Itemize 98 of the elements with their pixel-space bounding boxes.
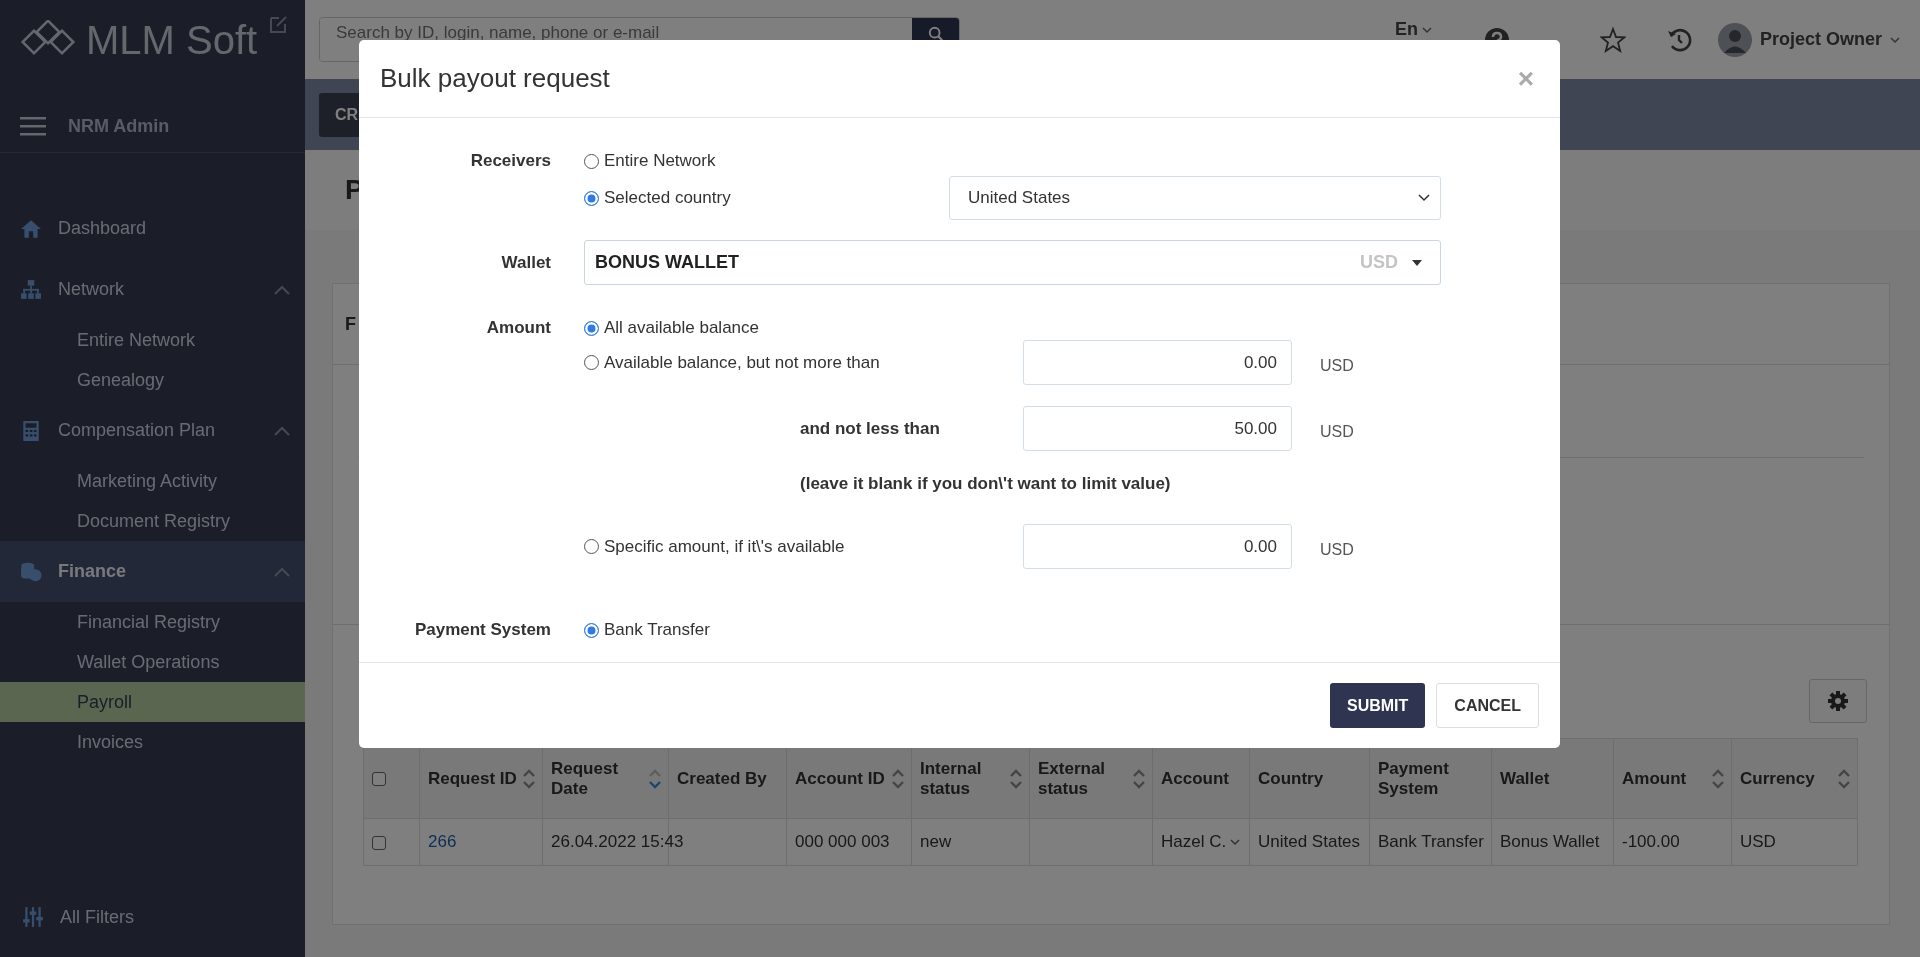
column-header: External status bbox=[1038, 758, 1107, 799]
star-icon[interactable] bbox=[1599, 26, 1626, 53]
history-icon[interactable] bbox=[1665, 26, 1692, 53]
checkbox[interactable] bbox=[372, 772, 386, 786]
settings-button[interactable] bbox=[1809, 679, 1867, 723]
chevron-up-icon[interactable] bbox=[273, 424, 291, 437]
table-cell: Bonus Wallet bbox=[1500, 832, 1600, 851]
sort-icon[interactable] bbox=[1009, 767, 1023, 790]
radio-button[interactable] bbox=[584, 355, 599, 370]
sidebar-item[interactable]: Finance bbox=[0, 541, 305, 602]
chevron-up-icon[interactable] bbox=[273, 283, 291, 296]
caret-icon bbox=[1890, 35, 1900, 44]
amount-input[interactable]: 50.00 bbox=[1023, 406, 1292, 451]
table-cell: USD bbox=[1740, 832, 1776, 851]
sort-icon[interactable] bbox=[522, 767, 536, 790]
field-label: Payment System bbox=[413, 619, 551, 641]
sort-icon[interactable] bbox=[648, 767, 662, 790]
radio-button[interactable] bbox=[584, 320, 599, 336]
option-label: All available balance bbox=[604, 317, 759, 339]
radio-button[interactable] bbox=[584, 153, 599, 169]
country-select[interactable]: United States bbox=[949, 176, 1441, 220]
table-cell: Hazel C. bbox=[1161, 832, 1227, 852]
sort-icon[interactable] bbox=[1711, 767, 1725, 790]
menu-icon[interactable] bbox=[20, 115, 46, 137]
user-menu[interactable]: Project Owner bbox=[1711, 21, 1906, 58]
all-filters-link[interactable]: All Filters bbox=[60, 906, 134, 928]
option-label: Entire Network bbox=[604, 150, 716, 172]
currency-label: USD bbox=[1320, 539, 1354, 559]
amount-input[interactable]: 0.00 bbox=[1023, 340, 1292, 385]
sort-icon[interactable] bbox=[891, 767, 905, 790]
caret-icon bbox=[1412, 258, 1422, 267]
sidebar-subitem[interactable]: Marketing Activity bbox=[0, 461, 305, 501]
column-header: Payment System bbox=[1378, 758, 1450, 799]
column-header: Account bbox=[1161, 768, 1229, 789]
column-header: Account ID bbox=[795, 768, 885, 789]
table-cell: Bank Transfer bbox=[1378, 832, 1484, 851]
cancel-button[interactable]: CANCEL bbox=[1436, 683, 1539, 728]
caret-icon[interactable] bbox=[1230, 838, 1241, 846]
calculator-icon bbox=[20, 419, 42, 442]
sidebar-item[interactable]: Compensation Plan bbox=[0, 400, 305, 461]
chevron-down-icon bbox=[1418, 194, 1430, 202]
table-cell: new bbox=[920, 832, 952, 851]
radio-button[interactable] bbox=[584, 539, 599, 554]
table-cell: United States bbox=[1258, 832, 1361, 851]
card-heading: F bbox=[345, 313, 356, 335]
currency-label: USD bbox=[1320, 355, 1354, 375]
coins-icon bbox=[20, 560, 42, 583]
logo-text: MLM Soft bbox=[86, 18, 258, 63]
column-header: Amount bbox=[1622, 768, 1687, 789]
avatar-icon bbox=[1717, 22, 1752, 57]
sidebar-subitem[interactable]: Entire Network bbox=[0, 320, 305, 360]
sidebar-subitem[interactable]: Document Registry bbox=[0, 501, 305, 541]
sidebar-subitem[interactable]: Invoices bbox=[0, 722, 305, 762]
field-label: Amount bbox=[485, 317, 551, 339]
option-label: Available balance, but not more than bbox=[604, 351, 880, 374]
close-button[interactable]: × bbox=[1511, 61, 1540, 96]
amount-input[interactable]: 0.00 bbox=[1023, 524, 1292, 569]
settings-icon bbox=[1827, 690, 1849, 712]
request-link[interactable]: 266 bbox=[428, 832, 457, 851]
min-amount-label: and not less than bbox=[799, 418, 941, 439]
option-label: Specific amount, if it\'s available bbox=[604, 535, 845, 558]
sort-icon[interactable] bbox=[1132, 767, 1146, 790]
field-label: Wallet bbox=[500, 252, 551, 274]
sidebar-item[interactable]: Network bbox=[0, 259, 305, 320]
checkbox[interactable] bbox=[372, 835, 386, 850]
column-header: Wallet bbox=[1500, 768, 1550, 789]
table-cell: 26.04.2022 15:43 bbox=[551, 832, 684, 851]
edit-icon[interactable] bbox=[269, 14, 289, 34]
option-label: Selected country bbox=[604, 187, 731, 209]
sidebar-subitem[interactable]: Genealogy bbox=[0, 360, 305, 400]
column-header: Internal status bbox=[920, 758, 983, 799]
column-header: Request Date bbox=[551, 758, 620, 799]
column-header: Country bbox=[1258, 768, 1324, 789]
sliders-icon[interactable] bbox=[22, 906, 44, 928]
radio-button[interactable] bbox=[584, 190, 599, 206]
hint-text: (leave it blank if you don\'t want to limit value) bbox=[800, 474, 1171, 493]
app-title: NRM Admin bbox=[68, 115, 170, 137]
submit-button[interactable]: SUBMIT bbox=[1330, 683, 1426, 728]
chevron-up-icon[interactable] bbox=[273, 565, 291, 578]
dialog-title: Bulk payout request bbox=[380, 63, 610, 94]
sort-icon[interactable] bbox=[1837, 767, 1851, 790]
table-cell: 000 000 003 bbox=[795, 832, 890, 851]
column-header: Request ID bbox=[428, 768, 517, 789]
currency-label: USD bbox=[1320, 421, 1354, 441]
option-label: Bank Transfer bbox=[604, 619, 710, 641]
sidebar-subitem[interactable]: Financial Registry bbox=[0, 602, 305, 642]
column-header: Currency bbox=[1740, 768, 1815, 789]
sidebar-subitem[interactable]: Payroll bbox=[0, 682, 305, 722]
field-label: Receivers bbox=[469, 150, 551, 172]
radio-button[interactable] bbox=[584, 622, 599, 638]
caret-icon bbox=[1421, 25, 1432, 34]
column-header: Created By bbox=[677, 768, 767, 789]
sidebar-subitem[interactable]: Wallet Operations bbox=[0, 642, 305, 682]
sidebar-item[interactable]: Dashboard bbox=[0, 198, 305, 259]
sitemap-icon bbox=[20, 278, 42, 301]
table-cell: -100.00 bbox=[1622, 832, 1680, 851]
language-selector[interactable]: En bbox=[1388, 18, 1438, 41]
wallet-select[interactable]: BONUS WALLET USD bbox=[584, 240, 1441, 285]
